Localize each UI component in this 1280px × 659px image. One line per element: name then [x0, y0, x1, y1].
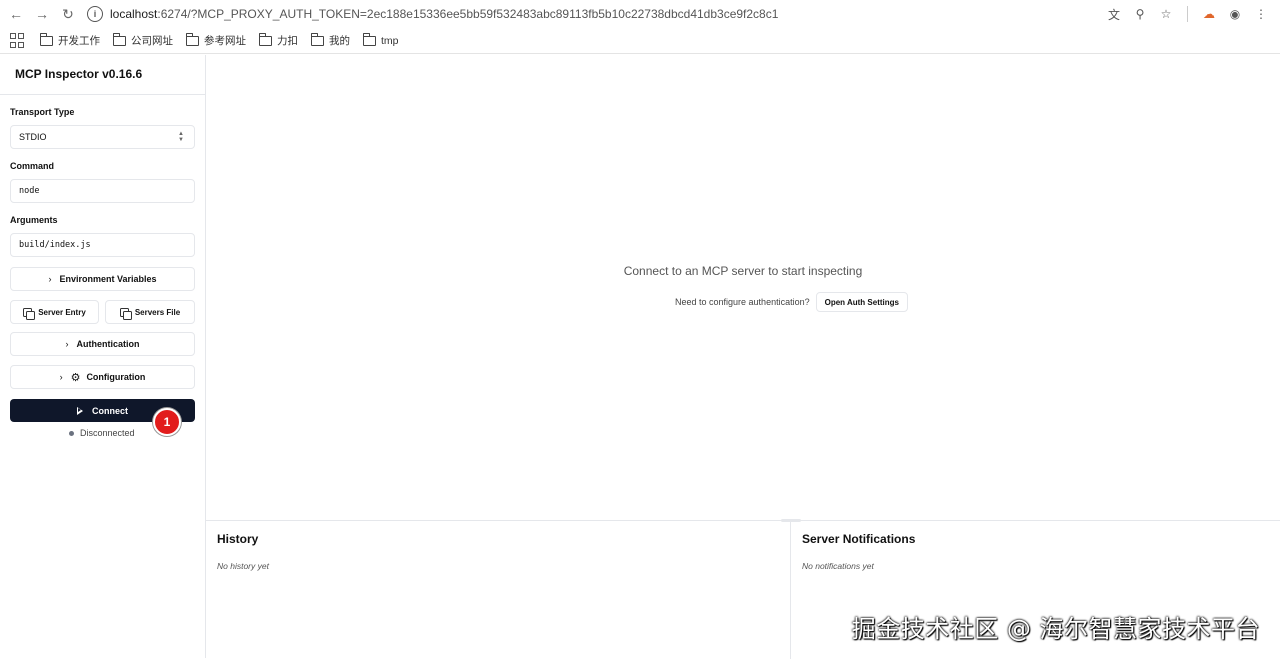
annotation-badge: 1 — [153, 408, 181, 436]
sidebar: MCP Inspector v0.16.6 Transport Type STD… — [0, 55, 206, 658]
url-host: localhost — [110, 7, 158, 21]
main-content: Connect to an MCP server to start inspec… — [206, 55, 1280, 520]
inspector-app: MCP Inspector v0.16.6 Transport Type STD… — [0, 55, 1280, 659]
transport-type-value: STDIO — [19, 132, 47, 142]
folder-icon — [258, 33, 272, 46]
notifications-empty-text: No notifications yet — [802, 561, 874, 571]
translate-icon[interactable]: 文 — [1103, 3, 1125, 25]
folder-icon — [310, 33, 324, 46]
copy-icon — [119, 307, 132, 320]
menu-icon[interactable]: ⋮ — [1250, 3, 1272, 25]
bookmark-folder[interactable]: 参考网址 — [185, 33, 246, 48]
chevron-right-icon: › — [65, 339, 69, 349]
folder-icon — [185, 33, 199, 46]
status-dot-icon — [69, 430, 74, 436]
watermark: 掘金技术社区 @ 海尔智慧家技术平台 — [851, 615, 1260, 643]
open-auth-settings-button[interactable]: Open Auth Settings — [815, 292, 908, 312]
connection-status: Disconnected — [69, 428, 135, 438]
gear-icon: ⚙ — [70, 371, 81, 384]
browser-address-bar: ← → ↻ i localhost:6274/?MCP_PROXY_AUTH_T… — [0, 0, 1280, 28]
configuration-button[interactable]: › ⚙ Configuration — [10, 365, 195, 389]
url-field[interactable]: i localhost:6274/?MCP_PROXY_AUTH_TOKEN=2… — [87, 2, 1103, 26]
notifications-title: Server Notifications — [802, 532, 916, 546]
arguments-label: Arguments — [10, 215, 58, 225]
bookmark-folder[interactable]: 公司网址 — [112, 33, 173, 48]
folder-icon — [362, 33, 376, 46]
copy-icon — [23, 307, 36, 320]
forward-icon[interactable]: → — [29, 1, 55, 27]
extension-panda-icon[interactable]: ◉ — [1224, 3, 1246, 25]
transport-type-label: Transport Type — [10, 107, 75, 117]
chevron-right-icon: › — [48, 274, 52, 284]
history-empty-text: No history yet — [217, 561, 269, 571]
transport-type-select[interactable]: STDIO ▲ ▼ — [10, 125, 195, 149]
bookmark-folder[interactable]: 开发工作 — [39, 33, 100, 48]
app-title: MCP Inspector v0.16.6 — [0, 55, 205, 95]
back-icon[interactable]: ← — [3, 1, 29, 27]
url-path: :6274/?MCP_PROXY_AUTH_TOKEN=2ec188e15336… — [157, 7, 779, 21]
bookmarks-bar: 开发工作 公司网址 参考网址 力扣 我的 tmp — [0, 28, 1280, 54]
authentication-button[interactable]: › Authentication — [10, 332, 195, 356]
apps-grid-icon[interactable] — [10, 32, 26, 49]
site-info-icon[interactable]: i — [87, 6, 103, 22]
history-title: History — [217, 532, 259, 546]
folder-icon — [39, 33, 53, 46]
select-arrows-icon: ▲ ▼ — [178, 131, 184, 143]
extension-cloud-icon[interactable]: ☁ — [1198, 3, 1220, 25]
server-entry-button[interactable]: Server Entry — [10, 300, 99, 324]
servers-file-button[interactable]: Servers File — [105, 300, 195, 324]
bookmark-folder[interactable]: 力扣 — [258, 33, 298, 48]
command-label: Command — [10, 161, 55, 171]
environment-variables-button[interactable]: › Environment Variables — [10, 267, 195, 291]
auth-prompt-row: Need to configure authentication? Open A… — [675, 292, 908, 312]
auth-prompt-text: Need to configure authentication? — [675, 297, 810, 307]
folder-icon — [112, 33, 126, 46]
reload-icon[interactable]: ↻ — [55, 1, 81, 27]
zoom-icon[interactable]: ⚲ — [1129, 3, 1151, 25]
bookmark-folder[interactable]: 我的 — [310, 33, 350, 48]
bookmark-folder[interactable]: tmp — [362, 33, 399, 47]
chevron-right-icon: › — [59, 372, 63, 382]
bookmark-star-icon[interactable]: ☆ — [1155, 3, 1177, 25]
history-panel: History No history yet — [206, 521, 791, 659]
play-icon — [77, 406, 83, 415]
arguments-input[interactable]: build/index.js — [10, 233, 195, 257]
empty-state-title: Connect to an MCP server to start inspec… — [623, 264, 863, 278]
command-input[interactable]: node — [10, 179, 195, 203]
